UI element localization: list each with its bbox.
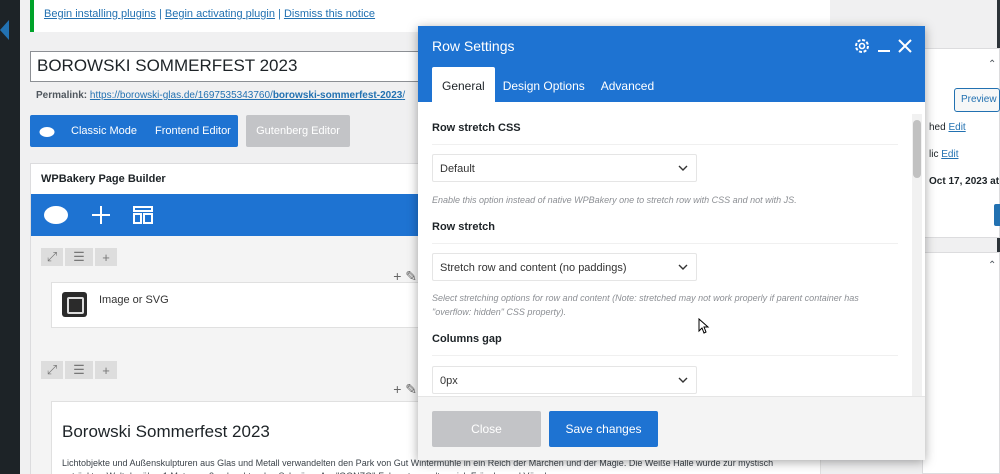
row-stretch-label: Row stretch bbox=[432, 221, 495, 233]
update-button[interactable] bbox=[994, 204, 1000, 226]
row-stretch-css-select[interactable]: Default bbox=[432, 154, 697, 182]
settings-gear-icon[interactable] bbox=[853, 37, 871, 55]
builder-canvas: ⤢ ☰ + + ✎ Image or SVG ⤢ ☰ + + ✎ Borowsk… bbox=[31, 236, 821, 474]
wpbakery-toolbar bbox=[31, 194, 419, 236]
element-label: Image or SVG bbox=[99, 294, 169, 306]
drag-row-icon[interactable]: ☰ bbox=[65, 361, 93, 379]
permalink-label: Permalink: bbox=[36, 90, 88, 101]
current-menu-indicator bbox=[0, 20, 9, 40]
begin-activating-plugin-link[interactable]: Begin activating plugin bbox=[165, 8, 275, 20]
dismiss-notice-link[interactable]: Dismiss this notice bbox=[284, 8, 375, 20]
editor-mode-group: Classic Mode Frontend Editor bbox=[30, 115, 238, 147]
add-row-icon[interactable]: + ✎ bbox=[393, 381, 417, 398]
row-controls: ⤢ ☰ + bbox=[41, 248, 117, 266]
status-text: hed bbox=[929, 122, 946, 133]
modal-header: Row Settings General Design Options Adva… bbox=[418, 26, 925, 102]
sidebar-box bbox=[922, 252, 1000, 474]
save-changes-button[interactable]: Save changes bbox=[549, 411, 658, 447]
row-stretch-css-label: Row stretch CSS bbox=[432, 122, 521, 134]
permalink-link[interactable]: https://borowski-glas.de/1697535343760/b… bbox=[90, 90, 405, 101]
modal-body: Row stretch CSS Default Enable this opti… bbox=[418, 102, 911, 422]
separator: | bbox=[158, 8, 162, 20]
add-column-icon[interactable]: + bbox=[95, 361, 117, 379]
add-element-icon[interactable] bbox=[91, 205, 111, 225]
separator: | bbox=[278, 8, 281, 20]
text-block-title: Borowski Sommerfest 2023 bbox=[62, 422, 270, 441]
publish-box bbox=[922, 48, 1000, 238]
modal-tabs: General Design Options Advanced bbox=[432, 67, 662, 102]
drag-row-icon[interactable]: ☰ bbox=[65, 248, 93, 266]
modal-footer: Close Save changes bbox=[418, 396, 925, 460]
status-line: hed Edit bbox=[929, 122, 966, 133]
select-value: 0px bbox=[440, 375, 458, 387]
wpbakery-title: WPBakery Page Builder bbox=[41, 173, 166, 185]
publish-date: Oct 17, 2023 at bbox=[929, 176, 1000, 187]
expand-row-icon[interactable]: ⤢ bbox=[41, 361, 63, 379]
close-button[interactable]: Close bbox=[432, 411, 541, 447]
image-icon bbox=[62, 292, 87, 317]
tab-general[interactable]: General bbox=[432, 67, 495, 102]
chevron-down-icon bbox=[678, 165, 688, 171]
scrollbar-thumb[interactable] bbox=[913, 120, 921, 178]
divider bbox=[432, 243, 898, 244]
visibility-line: lic Edit bbox=[929, 149, 958, 160]
row-controls: ⤢ ☰ + bbox=[41, 361, 117, 379]
select-value: Stretch row and content (no paddings) bbox=[440, 262, 627, 274]
modal-controls bbox=[853, 37, 913, 55]
chevron-down-icon bbox=[678, 264, 688, 270]
select-value: Default bbox=[440, 163, 475, 175]
permalink-end: / bbox=[402, 90, 406, 101]
collapse-icon[interactable]: ⌃ bbox=[988, 260, 996, 271]
row-stretch-select[interactable]: Stretch row and content (no paddings) bbox=[432, 253, 697, 281]
mouse-cursor-icon bbox=[698, 318, 710, 334]
wpbakery-panel: WPBakery Page Builder ⤢ ☰ + + ✎ Image or… bbox=[30, 163, 821, 474]
row-stretch-css-hint: Enable this option instead of native WPB… bbox=[432, 195, 797, 205]
templates-icon[interactable] bbox=[133, 205, 153, 225]
divider bbox=[432, 144, 898, 145]
collapse-icon[interactable]: ⌃ bbox=[988, 59, 996, 70]
expand-row-icon[interactable]: ⤢ bbox=[41, 248, 63, 266]
divider bbox=[432, 355, 898, 356]
row-settings-modal: Row Settings General Design Options Adva… bbox=[418, 26, 925, 460]
post-title-input[interactable]: BOROWSKI SOMMERFEST 2023 bbox=[30, 51, 440, 82]
permalink-slug: borowski-sommerfest-2023 bbox=[272, 90, 403, 101]
wpbakery-logo-icon bbox=[39, 126, 55, 137]
frontend-editor-button[interactable]: Frontend Editor bbox=[155, 125, 231, 137]
visibility-text: lic bbox=[929, 149, 939, 160]
permalink-base: https://borowski-glas.de/1697535343760/ bbox=[89, 90, 273, 101]
chevron-down-icon bbox=[678, 377, 688, 383]
columns-gap-select[interactable]: 0px bbox=[432, 366, 697, 394]
admin-menu-strip bbox=[0, 0, 20, 474]
columns-gap-label: Columns gap bbox=[432, 333, 502, 345]
close-icon[interactable] bbox=[897, 38, 913, 54]
classic-mode-button[interactable]: Classic Mode bbox=[71, 125, 137, 137]
add-column-icon[interactable]: + bbox=[95, 248, 117, 266]
image-element[interactable]: Image or SVG bbox=[51, 282, 421, 328]
edit-status-link[interactable]: Edit bbox=[948, 122, 965, 133]
edit-visibility-link[interactable]: Edit bbox=[941, 149, 958, 160]
wpbakery-logo-icon[interactable] bbox=[43, 205, 69, 225]
permalink: Permalink: https://borowski-glas.de/1697… bbox=[36, 90, 405, 101]
modal-scrollbar[interactable] bbox=[912, 114, 922, 424]
modal-title: Row Settings bbox=[432, 38, 515, 54]
minimize-icon[interactable] bbox=[877, 39, 891, 53]
tab-advanced[interactable]: Advanced bbox=[593, 67, 662, 102]
gutenberg-editor-button[interactable]: Gutenberg Editor bbox=[246, 115, 350, 147]
row-stretch-hint: Select stretching options for row and co… bbox=[432, 293, 859, 317]
tab-design-options[interactable]: Design Options bbox=[495, 67, 593, 102]
preview-button[interactable]: Preview bbox=[954, 88, 1000, 112]
begin-installing-plugins-link[interactable]: Begin installing plugins bbox=[44, 8, 156, 20]
